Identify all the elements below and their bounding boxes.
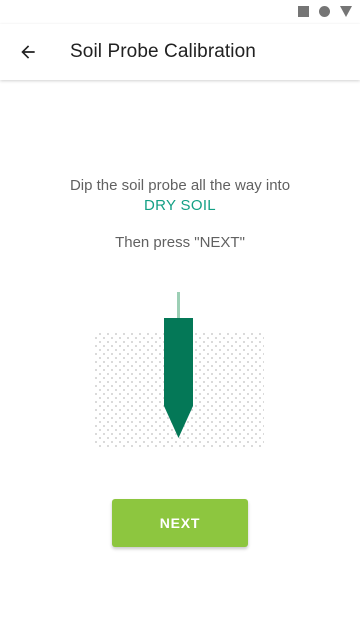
square-icon [298, 6, 309, 17]
triangle-icon [340, 6, 352, 17]
circle-icon [319, 6, 330, 17]
soil-probe-graphic [94, 292, 264, 448]
status-icons [298, 6, 352, 17]
back-button[interactable] [0, 24, 56, 80]
next-button[interactable]: NEXT [112, 499, 248, 547]
app-bar: Soil Probe Calibration [0, 24, 360, 80]
page-title: Soil Probe Calibration [70, 41, 256, 62]
probe-illustration [90, 292, 270, 452]
probe-wire [177, 292, 180, 320]
status-bar [0, 0, 360, 24]
dry-soil-label: DRY SOIL [144, 197, 216, 214]
press-next-text: Then press "NEXT" [115, 234, 245, 251]
arrow-left-icon [21, 45, 35, 59]
instruction-text: Dip the soil probe all the way into [69, 177, 291, 194]
